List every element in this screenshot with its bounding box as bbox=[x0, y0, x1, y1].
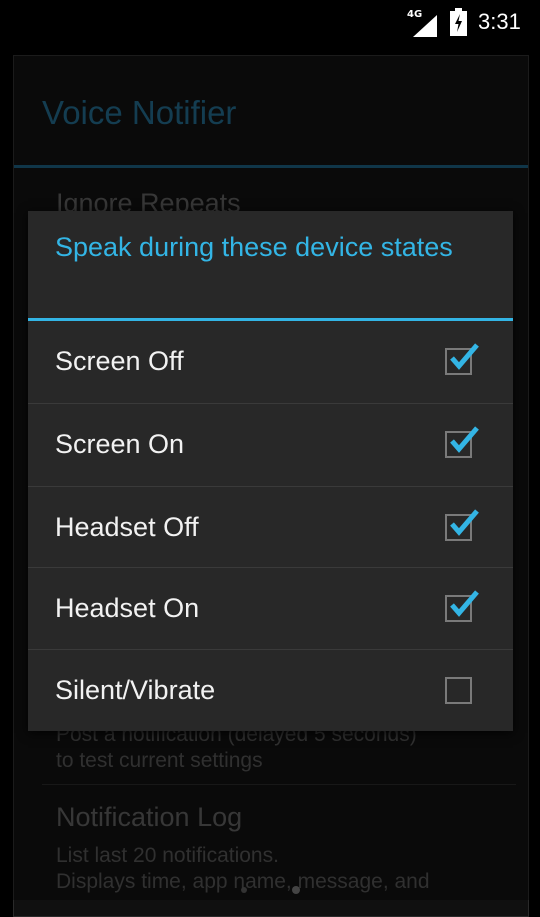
clock: 3:31 bbox=[478, 9, 521, 34]
device-states-dialog: Speak during these device states Screen … bbox=[28, 211, 513, 731]
option-label: Headset On bbox=[55, 593, 200, 623]
option-label: Screen On bbox=[55, 429, 185, 459]
checkmark-icon bbox=[450, 590, 479, 617]
option-label: Screen Off bbox=[55, 346, 184, 376]
dialog-title: Speak during these device states bbox=[55, 232, 453, 262]
nav-indicator bbox=[241, 886, 300, 894]
option-label: Headset Off bbox=[55, 512, 199, 542]
checkmark-icon bbox=[450, 426, 479, 453]
battery-charging-icon bbox=[450, 8, 467, 36]
option-silent-vibrate[interactable]: Silent/Vibrate bbox=[28, 650, 513, 732]
checkmark-icon bbox=[450, 509, 479, 536]
signal-icon: 4G bbox=[407, 9, 437, 37]
option-screen-on[interactable]: Screen On bbox=[28, 404, 513, 486]
checkmark-icon bbox=[450, 343, 479, 370]
checkbox-checked[interactable] bbox=[445, 426, 479, 458]
checkbox-checked[interactable] bbox=[445, 509, 479, 541]
option-screen-off[interactable]: Screen Off bbox=[28, 321, 513, 403]
status-bar: 4G 3:31 bbox=[0, 0, 540, 48]
checkbox-checked[interactable] bbox=[445, 590, 479, 622]
option-headset-off[interactable]: Headset Off bbox=[28, 487, 513, 569]
option-headset-on[interactable]: Headset On bbox=[28, 568, 513, 650]
checkbox-checked[interactable] bbox=[445, 343, 479, 375]
checkbox-unchecked[interactable] bbox=[445, 677, 472, 704]
option-label: Silent/Vibrate bbox=[55, 675, 216, 705]
